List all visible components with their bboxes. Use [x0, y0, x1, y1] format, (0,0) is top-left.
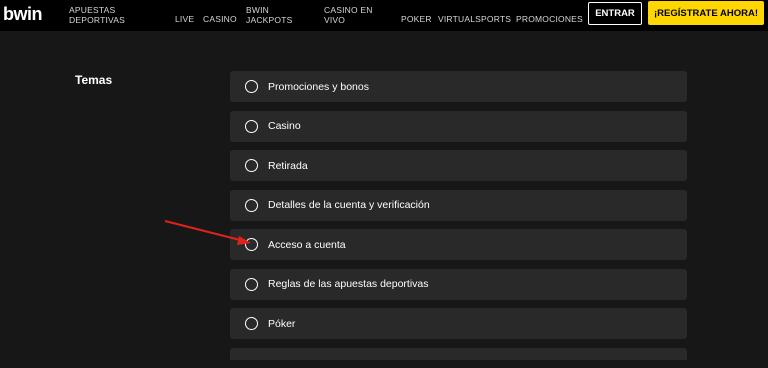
- topic-option-partial[interactable]: [230, 347, 687, 360]
- login-button[interactable]: ENTRAR: [588, 2, 642, 25]
- topic-option-detalles-cuenta[interactable]: Detalles de la cuenta y verificación: [230, 189, 687, 221]
- topic-label: Retirada: [268, 159, 308, 172]
- topic-label: Casino: [268, 120, 301, 132]
- topic-option-promociones[interactable]: Promociones y bonos: [230, 71, 687, 102]
- radio-icon[interactable]: [245, 277, 258, 291]
- topics-list: Promociones y bonos Casino Retirada Deta…: [230, 71, 687, 368]
- topic-label: Acceso a cuenta: [268, 238, 346, 251]
- top-navigation-bar: bwin APUESTAS DEPORTIVAS LIVE CASINO BWI…: [0, 0, 768, 31]
- radio-icon[interactable]: [245, 80, 258, 93]
- radio-icon[interactable]: [245, 317, 258, 330]
- nav-virtualsports[interactable]: VIRTUALSPORTS: [438, 14, 511, 24]
- nav-apuestas-deportivas[interactable]: APUESTAS DEPORTIVAS: [69, 5, 125, 25]
- nav-casino-en-vivo[interactable]: CASINO EN VIVO: [324, 5, 373, 25]
- topic-option-poker[interactable]: Póker: [230, 308, 687, 339]
- nav-poker[interactable]: POKER: [401, 14, 432, 24]
- section-title: Temas: [75, 73, 113, 87]
- topic-option-acceso-cuenta[interactable]: Acceso a cuenta: [230, 229, 687, 260]
- topic-option-reglas-apuestas[interactable]: Reglas de las apuestas deportivas: [230, 268, 687, 300]
- radio-icon[interactable]: [245, 238, 258, 251]
- nav-bwin-jackpots[interactable]: BWIN JACKPOTS: [246, 5, 292, 25]
- topic-label: Reglas de las apuestas deportivas: [268, 278, 429, 290]
- radio-icon[interactable]: [245, 159, 258, 172]
- nav-live[interactable]: LIVE: [175, 14, 194, 24]
- bwin-logo[interactable]: bwin: [3, 4, 43, 25]
- register-button[interactable]: ¡REGÍSTRATE AHORA!: [648, 1, 764, 25]
- radio-icon[interactable]: [245, 119, 258, 133]
- topic-label: Detalles de la cuenta y verificación: [268, 199, 430, 211]
- radio-icon[interactable]: [245, 198, 258, 212]
- nav-promociones[interactable]: PROMOCIONES: [516, 14, 583, 24]
- topic-label: Póker: [268, 317, 296, 330]
- nav-casino[interactable]: CASINO: [203, 14, 237, 24]
- topic-option-retirada[interactable]: Retirada: [230, 150, 687, 181]
- topic-label: Promociones y bonos: [268, 80, 369, 93]
- topic-option-casino[interactable]: Casino: [230, 110, 687, 142]
